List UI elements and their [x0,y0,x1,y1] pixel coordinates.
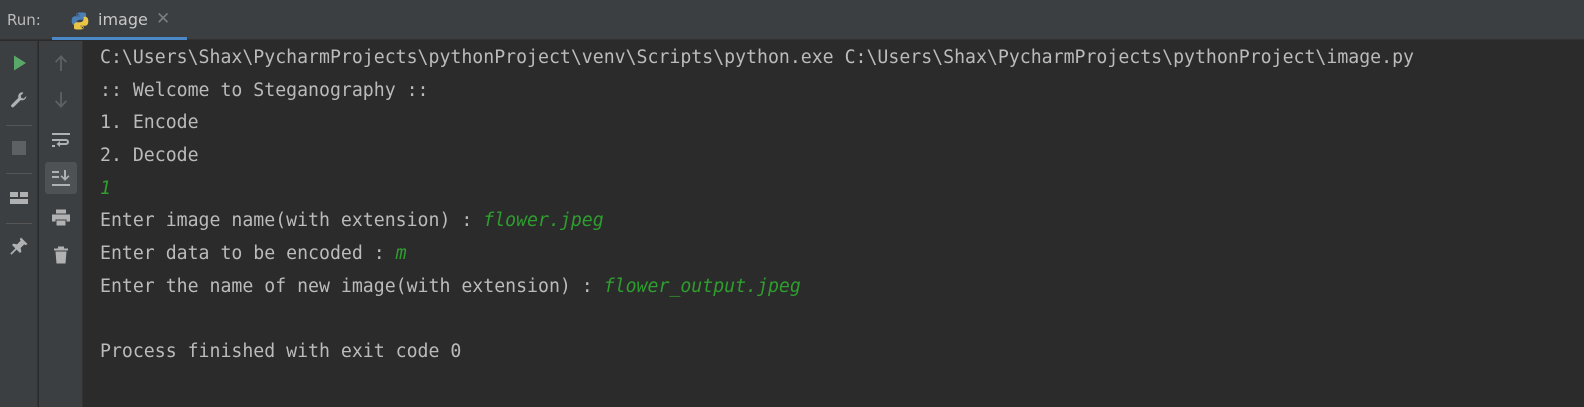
scroll-to-end-button[interactable] [45,162,77,194]
console-user-input: flower_output.jpeg [603,275,801,297]
stop-icon [12,141,26,155]
toolbar-separator [6,173,32,174]
tab-image[interactable]: image ✕ [52,0,187,40]
run-toolbar-left [0,41,38,407]
python-icon [70,11,90,31]
stop-button[interactable] [5,134,33,162]
tab-selected-underline [52,37,187,40]
wrench-icon [11,92,27,108]
clear-all-button[interactable] [47,241,75,269]
console-option-decode: 2. Decode [100,145,199,167]
arrow-down-icon [55,92,67,108]
print-icon [52,209,70,227]
print-button[interactable] [47,204,75,232]
console-user-input: m [395,243,407,265]
console-user-input-choice: 1 [100,177,111,199]
run-toolbar-right [39,41,83,407]
console-prompt-new-image-line: Enter the name of new image(with extensi… [100,271,1570,304]
run-label: Run: [7,11,41,29]
rerun-button[interactable] [5,49,33,77]
layout-button[interactable] [5,184,33,212]
soft-wrap-button[interactable] [47,126,75,154]
up-button[interactable] [47,49,75,77]
pin-icon [10,237,28,255]
close-icon[interactable]: ✕ [156,9,170,29]
arrow-up-icon [55,55,67,71]
prompt-text: Enter the name of new image(with extensi… [100,275,604,297]
settings-button[interactable] [5,86,33,114]
console-user-input: flower.jpeg [483,210,604,232]
scroll-to-end-icon [52,170,70,186]
toolbar-separator [6,223,32,224]
prompt-text: Enter data to be encoded : [100,243,396,265]
rerun-icon [14,55,26,71]
run-header: Run: image ✕ [0,0,1584,40]
toolbar-separator [6,125,32,126]
prompt-text: Enter image name(with extension) : [100,210,484,232]
console-prompt-data-line: Enter data to be encoded : m [100,238,1570,271]
pin-button[interactable] [5,232,33,260]
layout-icon [10,192,28,204]
console-prompt-image-line: Enter image name(with extension) : flowe… [100,205,1570,238]
soft-wrap-icon [52,133,70,147]
console-output[interactable]: C:\Users\Shax\PycharmProjects\pythonProj… [100,42,1570,402]
down-button[interactable] [47,86,75,114]
tab-label: image [98,10,148,29]
console-welcome-line: :: Welcome to Steganography :: [100,79,429,101]
console-exit-line: Process finished with exit code 0 [100,341,462,363]
run-tool-window: Run: image ✕ C:\Users\Shax\PycharmProjec… [0,0,1584,407]
console-command-line: C:\Users\Shax\PycharmProjects\pythonProj… [100,47,1414,68]
console-option-encode: 1. Encode [100,112,199,134]
trash-icon [54,246,68,264]
